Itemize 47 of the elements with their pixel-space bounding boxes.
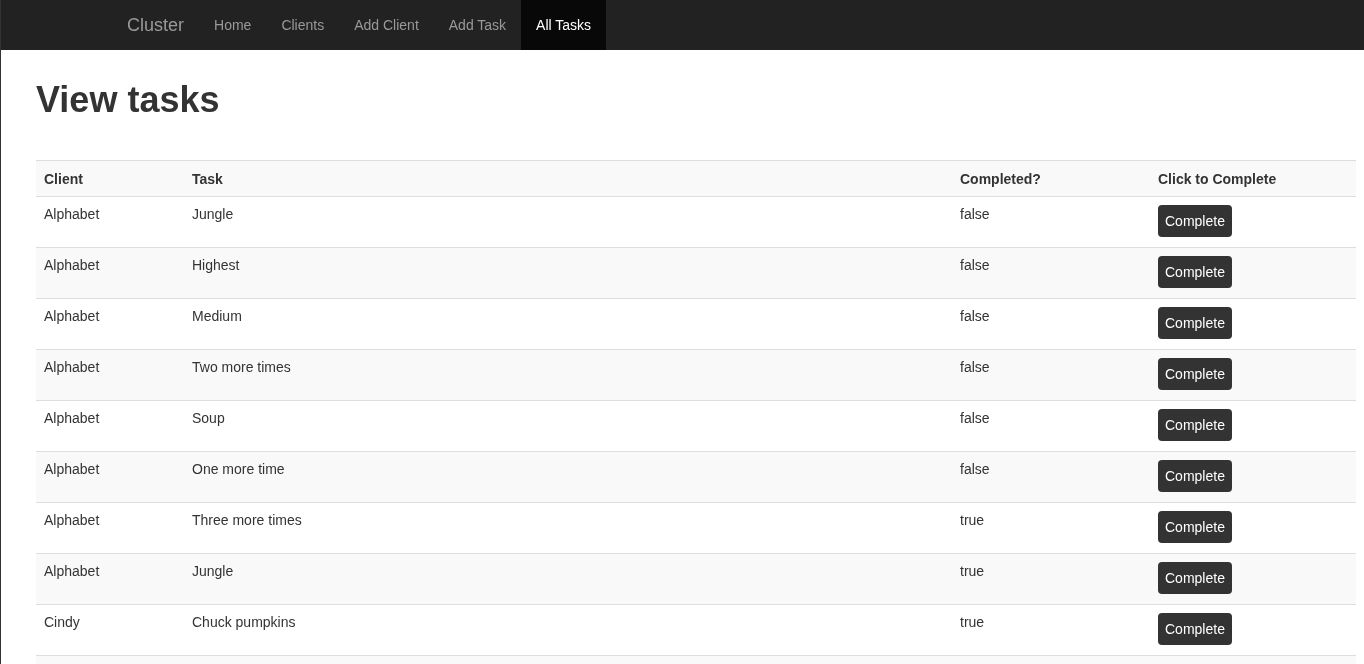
nav-link[interactable]: Add Client xyxy=(339,0,434,50)
complete-button[interactable]: Complete xyxy=(1158,256,1232,288)
nav-link[interactable]: Home xyxy=(199,0,267,50)
nav-link[interactable]: Clients xyxy=(266,0,340,50)
task-name: Chuck pumpkins xyxy=(192,614,296,630)
task-name: Jungle xyxy=(192,206,234,222)
task-name: Jungle xyxy=(192,563,234,579)
completed-value: false xyxy=(960,461,990,477)
complete-button[interactable]: Complete xyxy=(1158,613,1232,645)
complete-button[interactable]: Complete xyxy=(1158,358,1232,390)
complete-button[interactable]: Complete xyxy=(1158,562,1232,594)
complete-button[interactable]: Complete xyxy=(1158,511,1232,543)
task-name: Three more times xyxy=(192,512,302,528)
client-name: Alphabet xyxy=(44,461,100,477)
complete-button[interactable]: Complete xyxy=(1158,460,1232,492)
task-name: Highest xyxy=(192,257,240,273)
client-name: Cindy xyxy=(44,614,80,630)
page-title: View tasks xyxy=(36,78,221,122)
complete-button[interactable]: Complete xyxy=(1158,307,1232,339)
completed-value: true xyxy=(960,512,985,528)
column-header: Task xyxy=(184,160,952,197)
client-name: Alphabet xyxy=(44,308,100,324)
column-header: Completed? xyxy=(952,160,1150,197)
column-header: Client xyxy=(36,160,184,197)
completed-value: false xyxy=(960,410,990,426)
client-name: Alphabet xyxy=(44,257,100,273)
completed-value: false xyxy=(960,257,990,273)
complete-button[interactable]: Complete xyxy=(1158,409,1232,441)
client-name: Alphabet xyxy=(44,206,100,222)
task-name: Medium xyxy=(192,308,242,324)
task-name: Soup xyxy=(192,410,225,426)
nav-link[interactable]: All Tasks xyxy=(521,0,607,50)
client-name: Alphabet xyxy=(44,563,100,579)
completed-value: false xyxy=(960,359,990,375)
completed-value: false xyxy=(960,206,990,222)
column-header: Click to Complete xyxy=(1150,160,1356,197)
nav-link[interactable]: Add Task xyxy=(433,0,522,50)
task-name: One more time xyxy=(192,461,285,477)
completed-value: true xyxy=(960,563,985,579)
task-name: Two more times xyxy=(192,359,291,375)
complete-button[interactable]: Complete xyxy=(1158,205,1232,237)
client-name: Alphabet xyxy=(44,359,100,375)
client-name: Alphabet xyxy=(44,512,100,528)
brand-link[interactable]: Cluster xyxy=(112,0,199,50)
completed-value: true xyxy=(960,614,985,630)
client-name: Alphabet xyxy=(44,410,100,426)
completed-value: false xyxy=(960,308,990,324)
